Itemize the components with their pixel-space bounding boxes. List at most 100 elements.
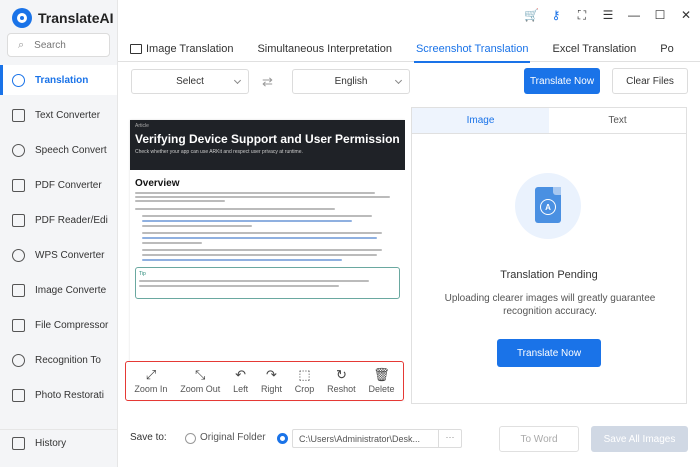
save-path-field[interactable]: C:\Users\Administrator\Desk... ···: [292, 429, 462, 448]
screenshot-icon[interactable]: ⛶: [576, 9, 588, 21]
tab-image[interactable]: Image: [412, 108, 549, 133]
result-tabs: Image Text: [412, 108, 686, 134]
sidebar-item-translation[interactable]: Translation: [0, 65, 117, 95]
image-icon: [12, 283, 25, 297]
sidebar-item-speech-convert[interactable]: Speech Convert: [0, 135, 117, 165]
source-image-panel: Article Verifying Device Support and Use…: [125, 108, 405, 404]
sidebar-item-label: WPS Converter: [35, 249, 105, 261]
save-all-images-button[interactable]: Save All Images: [591, 426, 688, 452]
swap-languages-icon[interactable]: ⇄: [262, 74, 273, 90]
crop-icon: ⬚: [298, 367, 311, 382]
source-language-value: Select: [176, 76, 204, 87]
doc-text-line: [142, 242, 202, 244]
feature-tabs: Image Translation Simultaneous Interpret…: [118, 36, 700, 63]
tab-label: Simultaneous Interpretation: [257, 43, 392, 55]
tab-label: Excel Translation: [552, 43, 637, 55]
doc-header: Article Verifying Device Support and Use…: [130, 120, 405, 170]
tab-po[interactable]: Po: [648, 36, 685, 62]
sidebar-item-image-converter[interactable]: Image Converte: [0, 275, 117, 305]
tab-label: Screenshot Translation: [415, 43, 529, 55]
doc-title: Verifying Device Support and User Permis…: [135, 132, 400, 146]
doc-tip-box: Tip: [135, 267, 400, 299]
tool-label: Zoom Out: [180, 384, 221, 394]
zoom-out-button[interactable]: ⤡ Zoom Out: [180, 368, 220, 394]
doc-tip-label: Tip: [139, 271, 146, 277]
sidebar-item-pdf-converter[interactable]: PDF Converter: [0, 170, 117, 200]
sidebar-item-label: Image Converte: [35, 284, 107, 296]
translate-now-panel-button[interactable]: Translate Now: [497, 339, 601, 367]
doc-bullet: [142, 232, 400, 244]
maximize-icon[interactable]: ☐: [654, 9, 666, 21]
app-logo: TranslateAI: [12, 8, 113, 28]
history-label: History: [35, 438, 67, 449]
minimize-icon[interactable]: —: [628, 9, 640, 21]
zoom-in-icon: ⤢: [145, 367, 157, 382]
sidebar: TranslateAI ⌕ Translation Text Converter…: [0, 0, 118, 467]
close-icon[interactable]: ✕: [680, 9, 692, 21]
sidebar-item-label: Photo Restorati: [35, 389, 104, 401]
sidebar-item-pdf-reader[interactable]: PDF Reader/Edi: [0, 205, 117, 235]
to-word-button[interactable]: To Word: [499, 426, 579, 452]
doc-text-line: [139, 280, 369, 282]
sidebar-item-label: Speech Convert: [35, 144, 107, 156]
clear-files-button[interactable]: Clear Files: [612, 68, 688, 94]
rotate-left-icon: ↶: [235, 367, 247, 382]
tab-simultaneous-interpretation[interactable]: Simultaneous Interpretation: [245, 36, 404, 62]
menu-icon[interactable]: ☰: [602, 9, 614, 21]
sidebar-item-label: Recognition To: [35, 354, 101, 366]
screenshot-preview: Article Verifying Device Support and Use…: [130, 120, 405, 400]
doc-text-line: [142, 220, 352, 222]
doc-text-line: [142, 225, 252, 227]
sidebar-item-label: Translation: [35, 74, 89, 86]
doc-text-line: [135, 208, 335, 210]
target-language-select[interactable]: English: [292, 69, 410, 94]
translation-icon: [12, 73, 25, 87]
text-icon: [12, 108, 25, 122]
history-icon: [12, 437, 25, 450]
tool-label: Delete: [368, 384, 395, 394]
browse-button[interactable]: ···: [438, 430, 461, 447]
status-title: Translation Pending: [500, 269, 598, 281]
reshot-button[interactable]: ↻ Reshot: [327, 368, 356, 394]
doc-bullet: [142, 215, 400, 227]
doc-text-line: [135, 196, 390, 198]
custom-path-radio[interactable]: [277, 433, 288, 444]
doc-subtitle: Check whether your app can use ARKit and…: [135, 149, 303, 155]
sidebar-item-recognition-to[interactable]: Recognition To: [0, 345, 117, 375]
sidebar-item-photo-restoration[interactable]: Photo Restorati: [0, 380, 117, 410]
rotate-right-button[interactable]: ↷ Right: [261, 368, 282, 394]
source-language-select[interactable]: Select: [131, 69, 249, 94]
cart-icon[interactable]: 🛒: [524, 9, 539, 21]
delete-button[interactable]: 🗑 Delete: [368, 368, 394, 394]
history-button[interactable]: History: [0, 429, 117, 457]
sidebar-item-file-compressor[interactable]: File Compressor: [0, 310, 117, 340]
save-path-value: C:\Users\Administrator\Desk...: [299, 433, 421, 444]
pdf-reader-icon: [12, 213, 25, 227]
doc-text-line: [142, 232, 382, 234]
trash-icon: 🗑: [373, 367, 390, 382]
tab-image-translation[interactable]: Image Translation: [118, 36, 245, 62]
zoom-in-button[interactable]: ⤢ Zoom In: [134, 368, 167, 394]
tool-label: Reshot: [327, 384, 356, 394]
crop-button[interactable]: ⬚ Crop: [295, 368, 315, 394]
save-to-label: Save to:: [130, 432, 167, 443]
sidebar-item-wps-converter[interactable]: WPS Converter: [0, 240, 117, 270]
translate-now-button[interactable]: Translate Now: [524, 68, 600, 94]
sidebar-item-text-converter[interactable]: Text Converter: [0, 100, 117, 130]
tab-label: Po: [660, 43, 674, 55]
rotate-left-button[interactable]: ↶ Left: [233, 368, 248, 394]
doc-text-line: [142, 215, 372, 217]
tab-text[interactable]: Text: [549, 108, 686, 133]
logo-icon: [12, 8, 32, 28]
pdf-icon: [12, 178, 25, 192]
search-box[interactable]: ⌕: [7, 33, 110, 57]
tab-label: Image Translation: [146, 43, 234, 55]
original-folder-radio[interactable]: [185, 433, 196, 444]
tool-label: Right: [260, 384, 282, 394]
search-input[interactable]: [34, 39, 90, 51]
tab-excel-translation[interactable]: Excel Translation: [540, 36, 648, 62]
chevron-down-icon: [233, 76, 242, 85]
key-icon[interactable]: ⚷: [550, 9, 562, 21]
tab-screenshot-translation[interactable]: Screenshot Translation: [404, 36, 541, 63]
result-panel: Image Text A Translation Pending Uploadi…: [411, 107, 687, 404]
